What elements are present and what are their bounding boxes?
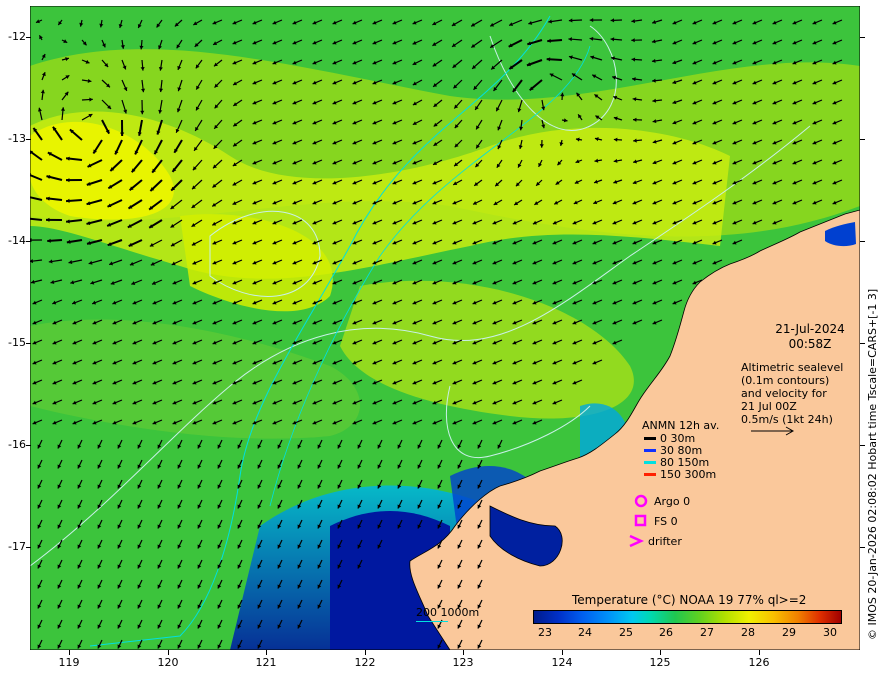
- legend-swatch: [644, 437, 656, 440]
- y-tick-mark: [860, 547, 865, 548]
- x-tick-label: 121: [255, 656, 277, 669]
- y-tick-mark: [26, 343, 31, 344]
- depth-200-label: 200: [416, 606, 437, 619]
- colorbar-tick: 26: [659, 626, 673, 639]
- argo-marker: Argo 0: [634, 494, 690, 508]
- y-tick-label: -13: [8, 132, 26, 145]
- y-tick-mark: [860, 37, 865, 38]
- x-tick-mark: [759, 650, 760, 655]
- y-tick-mark: [26, 547, 31, 548]
- date-time-label: 21-Jul-2024 00:58Z: [772, 322, 848, 352]
- colorbar-tick: 29: [782, 626, 796, 639]
- y-tick-label: -14: [8, 234, 26, 247]
- colorbar-tick: 30: [823, 626, 837, 639]
- y-tick-mark: [860, 343, 865, 344]
- y-tick-label: -15: [8, 336, 26, 349]
- y-tick-label: -12: [8, 30, 26, 43]
- altimetry-line: Altimetric sealevel: [741, 361, 844, 374]
- x-tick-mark: [463, 650, 464, 655]
- legend-swatch: [644, 449, 656, 452]
- x-tick-mark: [365, 650, 366, 655]
- fs-label: FS 0: [654, 514, 678, 528]
- x-tick-label: 126: [748, 656, 770, 669]
- x-tick-label: 119: [58, 656, 80, 669]
- x-tick-label: 124: [551, 656, 573, 669]
- bathymetry-swatch: [416, 621, 448, 622]
- y-tick-label: -16: [8, 438, 26, 451]
- y-tick-mark: [26, 241, 31, 242]
- drifter-label: drifter: [648, 534, 682, 548]
- x-tick-mark: [562, 650, 563, 655]
- x-tick-label: 123: [452, 656, 474, 669]
- x-tick-mark: [168, 650, 169, 655]
- y-tick-mark: [860, 139, 865, 140]
- colorbar-tick: 27: [700, 626, 714, 639]
- altimetry-note: Altimetric sealevel (0.1m contours) and …: [741, 361, 843, 426]
- credit-text: © IMOS 20-Jan-2026 02:08:02 Hobart time …: [866, 288, 879, 640]
- circle-icon: [634, 494, 648, 508]
- y-tick-mark: [26, 139, 31, 140]
- x-tick-mark: [266, 650, 267, 655]
- x-tick-mark: [69, 650, 70, 655]
- x-tick-mark: [660, 650, 661, 655]
- chevron-icon: [629, 534, 645, 548]
- bathymetry-legend: 200 1000m: [416, 606, 479, 622]
- legend-label: 150 300m: [660, 468, 717, 481]
- y-tick-label: -17: [8, 540, 26, 553]
- depth-1000-label: 1000m: [440, 606, 480, 619]
- sst-field: [30, 6, 860, 650]
- legend-swatch: [644, 473, 656, 476]
- x-tick-label: 125: [649, 656, 671, 669]
- fs-marker: FS 0: [634, 514, 678, 528]
- altimetry-line: 21 Jul 00Z: [741, 400, 797, 413]
- colorbar-tick: 23: [538, 626, 552, 639]
- date-text: 21-Jul-2024: [775, 322, 845, 336]
- altimetry-line: and velocity for: [741, 387, 827, 400]
- legend-swatch: [644, 461, 656, 464]
- altimetry-line: (0.1m contours): [741, 374, 830, 387]
- sst-map: 21-Jul-2024 00:58Z: [30, 6, 860, 650]
- y-tick-mark: [26, 445, 31, 446]
- colorbar-title: Temperature (°C) NOAA 19 77% ql>=2: [572, 593, 807, 607]
- y-tick-mark: [26, 37, 31, 38]
- x-tick-label: 120: [157, 656, 179, 669]
- time-text: 00:58Z: [788, 337, 832, 351]
- anmn-legend-title: ANMN 12h av.: [642, 419, 720, 432]
- y-tick-mark: [860, 445, 865, 446]
- colorbar-tick: 24: [578, 626, 592, 639]
- argo-label: Argo 0: [654, 494, 691, 508]
- anmn-legend-item: 150 300m: [644, 468, 716, 481]
- x-tick-label: 122: [354, 656, 376, 669]
- drifter-marker: drifter: [628, 534, 682, 548]
- square-icon: [634, 514, 647, 527]
- y-tick-mark: [860, 241, 865, 242]
- colorbar-tick: 28: [741, 626, 755, 639]
- temperature-colorbar: [533, 610, 842, 624]
- colorbar-tick: 25: [619, 626, 633, 639]
- scale-arrow-icon: [751, 426, 795, 436]
